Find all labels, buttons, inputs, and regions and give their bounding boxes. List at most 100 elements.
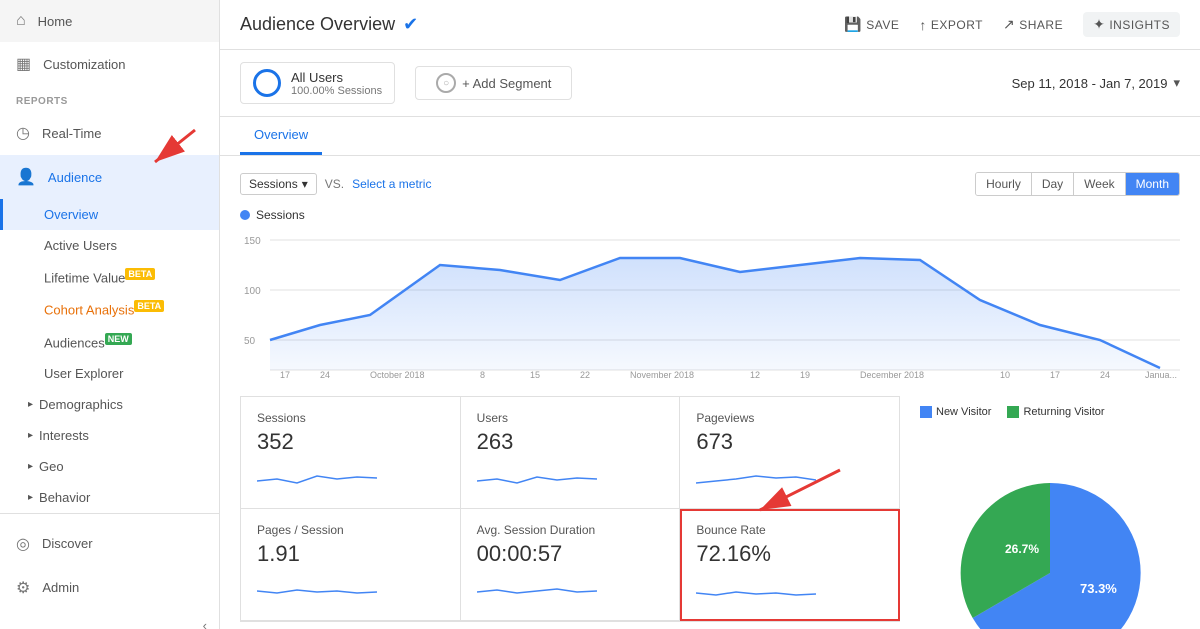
collapse-icon: ‹ [203,618,207,629]
save-label: SAVE [866,18,899,32]
select-metric-link[interactable]: Select a metric [352,177,431,191]
pie-chart-svg: 73.3% 26.7% [950,473,1150,629]
sidebar-item-discover[interactable]: ◎ Discover [0,522,219,566]
behavior-arrow-icon: ▸ [28,492,33,503]
add-segment-button[interactable]: ○ + Add Segment [415,66,572,100]
sidebar-item-audiences[interactable]: AudiencesNEW [0,326,219,358]
svg-text:150: 150 [244,236,261,247]
all-users-segment[interactable]: All Users 100.00% Sessions [240,62,395,104]
chart-section: Sessions ▾ VS. Select a metric Hourly Da… [220,156,1200,396]
add-segment-label: + Add Segment [462,76,551,91]
sidebar-item-customization[interactable]: ▦ Customization [0,42,219,86]
date-range-picker[interactable]: Sep 11, 2018 - Jan 7, 2019 ▾ [1012,75,1180,91]
sidebar-group-geo[interactable]: ▸ Geo [0,451,219,482]
pageviews-label: Pageviews [696,411,883,425]
share-button[interactable]: ↗ SHARE [1003,16,1063,33]
sessions-label: Sessions [257,411,444,425]
svg-text:10: 10 [1000,370,1010,380]
content-area: All Users 100.00% Sessions ○ + Add Segme… [220,50,1200,629]
metric-dropdown-arrow: ▾ [302,177,308,191]
sidebar-item-user-explorer[interactable]: User Explorer [0,358,219,389]
svg-text:12: 12 [750,370,760,380]
metric-dropdown[interactable]: Sessions ▾ [240,173,317,195]
new-sessions-row: % New Sessions 73.30% [240,621,900,629]
export-label: EXPORT [931,18,983,32]
metric-select-area: Sessions ▾ VS. Select a metric [240,173,431,195]
export-button[interactable]: ↑ EXPORT [919,17,983,33]
avg-session-value: 00:00:57 [477,541,664,567]
page-title: Audience Overview [240,14,395,35]
insights-icon: ✦ [1093,16,1105,33]
insights-label: INSIGHTS [1109,18,1170,32]
toggle-week[interactable]: Week [1073,173,1124,195]
sessions-value: 352 [257,429,444,455]
share-label: SHARE [1019,18,1063,32]
metric-card-users: Users 263 [461,397,681,509]
svg-text:22: 22 [580,370,590,380]
sidebar-item-overview[interactable]: Overview [0,199,219,230]
svg-text:17: 17 [280,370,290,380]
toggle-day[interactable]: Day [1031,173,1073,195]
avg-session-sparkline [477,573,597,603]
new-badge: NEW [105,333,132,345]
sidebar-admin-label: Admin [42,580,79,595]
users-value: 263 [477,429,664,455]
sidebar-item-home[interactable]: ⌂ Home [0,0,219,42]
pages-session-value: 1.91 [257,541,444,567]
collapse-button[interactable]: ‹ [0,610,219,629]
visitor-chart-area: New Visitor Returning Visitor [900,396,1180,629]
person-icon: 👤 [16,167,36,187]
cohort-beta-badge: BETA [134,300,164,312]
returning-visitor-label: Returning Visitor [1023,406,1104,418]
verified-icon: ✔ [403,14,418,35]
new-pct-label: 73.3% [1080,581,1117,596]
toggle-month[interactable]: Month [1125,173,1179,195]
save-button[interactable]: 💾 SAVE [844,16,899,33]
users-label: Users [477,411,664,425]
sidebar-bottom: ◎ Discover ⚙ Admin ‹ [0,513,219,629]
toggle-hourly[interactable]: Hourly [976,173,1031,195]
top-bar-actions: 💾 SAVE ↑ EXPORT ↗ SHARE ✦ INSIGHTS [844,12,1180,37]
sidebar-item-admin[interactable]: ⚙ Admin [0,566,219,610]
metric-card-pages-session: Pages / Session 1.91 [241,509,461,621]
segment-sub: 100.00% Sessions [291,85,382,97]
metric-card-bounce-rate: Bounce Rate 72.16% [680,509,900,621]
metric-card-avg-session: Avg. Session Duration 00:00:57 [461,509,681,621]
tab-overview[interactable]: Overview [240,117,322,155]
bounce-rate-value: 72.16% [696,541,883,567]
svg-text:November 2018: November 2018 [630,370,694,380]
sidebar-item-audience[interactable]: 👤 Audience [0,155,219,199]
vs-label: VS. [325,177,344,191]
svg-text:October 2018: October 2018 [370,370,425,380]
insights-button[interactable]: ✦ INSIGHTS [1083,12,1180,37]
sidebar-item-cohort-analysis[interactable]: Cohort AnalysisBETA [0,293,219,325]
sidebar-item-lifetime-value[interactable]: Lifetime ValueBETA [0,261,219,293]
svg-text:17: 17 [1050,370,1060,380]
segment-info: All Users 100.00% Sessions [291,70,382,97]
metrics-grid: Sessions 352 Users 263 [240,396,900,621]
sidebar-item-realtime[interactable]: ◷ Real-Time [0,111,219,155]
customization-icon: ▦ [16,54,31,74]
chart-controls: Sessions ▾ VS. Select a metric Hourly Da… [240,172,1180,196]
sidebar-home-label: Home [38,14,73,29]
returning-pct-label: 26.7% [1005,542,1039,556]
pageviews-value: 673 [696,429,883,455]
sidebar-cohort-label: Cohort Analysis [44,303,134,318]
metric-card-sessions: Sessions 352 [241,397,461,509]
metric-dropdown-label: Sessions [249,177,298,191]
main-content: Audience Overview ✔ 💾 SAVE ↑ EXPORT ↗ SH… [220,0,1200,629]
sidebar-group-demographics[interactable]: ▸ Demographics [0,389,219,420]
sidebar-group-interests[interactable]: ▸ Interests [0,420,219,451]
sidebar-discover-label: Discover [42,536,93,551]
legend-new-visitor: New Visitor [920,406,991,418]
save-icon: 💾 [844,16,862,33]
sessions-chart: 150 100 50 [240,230,1180,380]
svg-text:19: 19 [800,370,810,380]
svg-text:100: 100 [244,286,261,297]
metrics-area: Sessions 352 Users 263 [220,396,1200,629]
bounce-rate-sparkline [696,573,816,603]
sidebar-group-behavior[interactable]: ▸ Behavior [0,482,219,513]
metric-card-pageviews: Pageviews 673 [680,397,900,509]
sidebar-item-active-users[interactable]: Active Users [0,230,219,261]
svg-text:8: 8 [480,370,485,380]
